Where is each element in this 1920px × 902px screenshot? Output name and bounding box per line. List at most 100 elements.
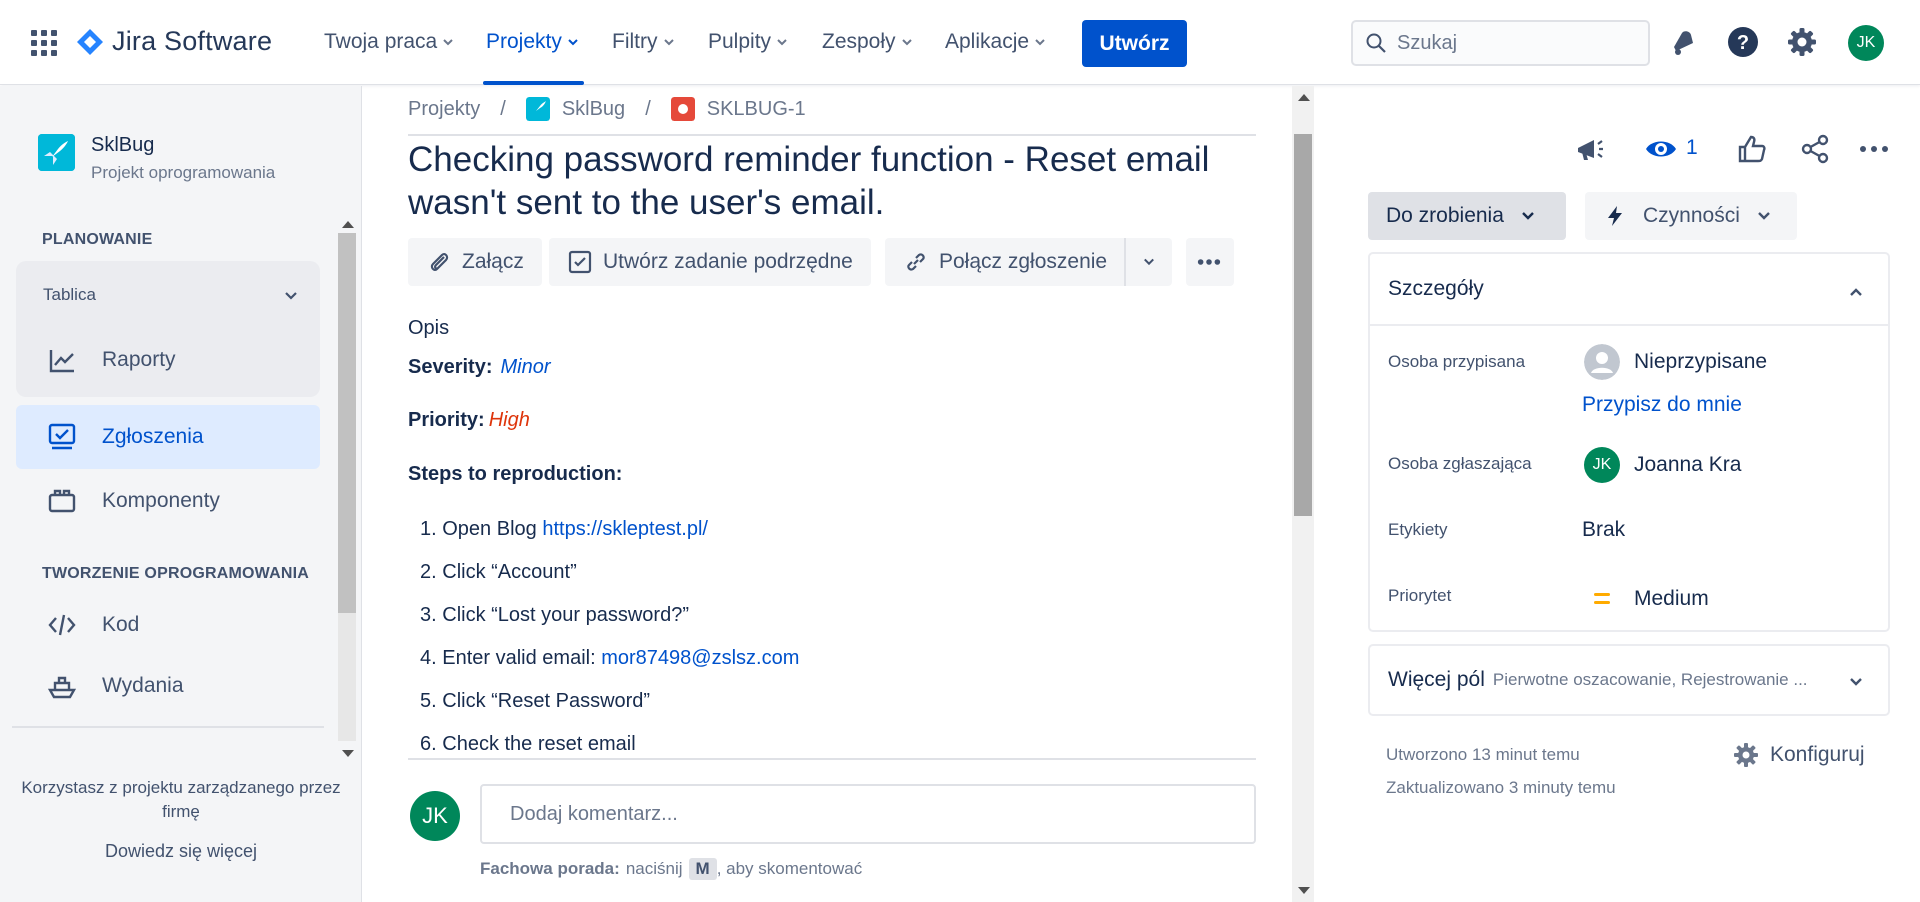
header-divider	[408, 134, 1256, 136]
sidebar-item-komponenty[interactable]: Komponenty	[16, 469, 320, 533]
comment-tip: Fachowa porada: naciśnij M, aby skomento…	[480, 858, 862, 880]
jira-logo[interactable]: Jira Software	[76, 26, 272, 57]
sidebar-item-raporty[interactable]: Raporty	[16, 328, 320, 392]
actions-dropdown[interactable]: Czynności	[1585, 192, 1797, 240]
watch-eye-icon[interactable]	[1644, 132, 1678, 166]
scroll-down-arrow[interactable]	[342, 750, 354, 757]
sidebar-footer-text: Korzystasz z projektu zarządzanego przez…	[21, 778, 341, 821]
nav-label: Projekty	[486, 30, 562, 53]
button-label: Utwórz zadanie podrzędne	[603, 250, 853, 273]
notifications-icon[interactable]	[1666, 25, 1700, 59]
project-header[interactable]: SklBug Projekt oprogramowania	[38, 134, 275, 183]
search-box[interactable]	[1351, 20, 1650, 66]
breadcrumb-separator: /	[500, 97, 506, 120]
step-item: 6. Check the reset email	[420, 733, 636, 756]
more-dots-icon[interactable]	[1857, 132, 1891, 166]
app-switcher-icon[interactable]	[30, 29, 58, 57]
top-navigation: Jira Software Twoja praca Projekty Filtr…	[0, 0, 1920, 85]
learn-more-link[interactable]: Dowiedz się więcej	[0, 841, 362, 862]
assignee-label: Osoba przypisana	[1388, 352, 1526, 371]
svg-text:?: ?	[1737, 32, 1749, 54]
step-item: 2. Click “Account”	[420, 561, 577, 584]
sidebar-item-kod[interactable]: Kod	[16, 593, 320, 657]
labels-label: Etykiety	[1388, 520, 1448, 539]
scroll-thumb[interactable]	[1294, 134, 1312, 516]
button-label: Załącz	[462, 250, 524, 273]
step-link[interactable]: https://skleptest.pl/	[542, 518, 708, 540]
feedback-megaphone-icon[interactable]	[1573, 132, 1607, 166]
more-fields-section[interactable]: Więcej pól Pierwotne oszacowanie, Rejest…	[1368, 644, 1890, 716]
chevron-down-icon	[1522, 212, 1534, 220]
priority-field-value[interactable]: Medium	[1584, 581, 1709, 617]
status-dropdown[interactable]: Do zrobienia	[1368, 192, 1566, 240]
chevron-down-icon[interactable]	[284, 289, 298, 303]
sidebar-divider	[12, 726, 324, 728]
nav-pulpity[interactable]: Pulpity	[708, 30, 789, 54]
create-subtask-button[interactable]: Utwórz zadanie podrzędne	[549, 238, 871, 286]
nav-twoja-praca[interactable]: Twoja praca	[324, 30, 455, 54]
chevron-down-icon	[1144, 258, 1154, 266]
sidebar-item-wydania[interactable]: Wydania	[16, 654, 320, 718]
search-input[interactable]	[1397, 31, 1627, 55]
assignee-name: Nieprzypisane	[1634, 350, 1768, 373]
breadcrumb-project[interactable]: SklBug	[562, 98, 625, 121]
app-name: Jira Software	[112, 26, 273, 56]
step-number: 2.	[420, 561, 437, 583]
button-label: Połącz zgłoszenie	[939, 250, 1108, 273]
user-avatar[interactable]: JK	[1848, 25, 1884, 61]
assignee-value[interactable]: Nieprzypisane	[1584, 344, 1767, 380]
nav-zespoly[interactable]: Zespoły	[822, 30, 914, 54]
more-actions-button[interactable]	[1186, 238, 1234, 286]
attach-button[interactable]: Załącz	[408, 238, 542, 286]
details-header[interactable]: Szczegóły	[1370, 254, 1888, 326]
link-issue-dropdown[interactable]	[1124, 238, 1172, 286]
breadcrumb-projects[interactable]: Projekty	[408, 98, 480, 121]
link-issue-button[interactable]: Połącz zgłoszenie	[885, 238, 1126, 286]
assign-to-me-link[interactable]: Przypisz do mnie	[1582, 393, 1742, 417]
scroll-down-arrow[interactable]	[1298, 887, 1310, 894]
chart-icon	[49, 350, 74, 373]
step-number: 4.	[420, 647, 437, 669]
labels-value[interactable]: Brak	[1582, 518, 1625, 542]
main-scrollbar[interactable]	[1292, 86, 1314, 902]
active-nav-underline	[483, 81, 584, 85]
share-icon[interactable]	[1798, 132, 1832, 166]
step-item: 1. Open Blog https://skleptest.pl/	[420, 518, 708, 541]
severity-label: Severity:	[408, 356, 493, 378]
configure-button[interactable]: Konfiguruj	[1732, 741, 1865, 769]
help-icon[interactable]: ?	[1726, 25, 1760, 59]
priority-label: Priority:	[408, 409, 485, 431]
sidebar-scrollbar[interactable]	[336, 213, 358, 765]
reporter-name: Joanna Kra	[1634, 453, 1742, 476]
nav-label: Pulpity	[708, 30, 772, 53]
comment-avatar: JK	[410, 791, 460, 841]
paperclip-icon	[430, 253, 449, 271]
step-number: 3.	[420, 604, 437, 626]
scroll-up-arrow[interactable]	[1298, 94, 1310, 101]
comment-divider	[408, 758, 1256, 760]
created-timestamp: Utworzono 13 minut temu	[1386, 745, 1580, 764]
description-label: Opis	[408, 317, 450, 339]
create-button[interactable]: Utwórz	[1082, 20, 1187, 67]
scroll-thumb[interactable]	[338, 233, 356, 613]
step-number: 1.	[420, 518, 437, 540]
medium-priority-icon	[1594, 593, 1610, 604]
chevron-down-icon	[1758, 212, 1770, 220]
step-link[interactable]: mor87498@zslsz.com	[601, 647, 799, 669]
configure-label: Konfiguruj	[1770, 743, 1865, 766]
settings-gear-icon[interactable]	[1785, 25, 1819, 59]
lightning-icon	[1608, 206, 1622, 226]
priority-label: Priorytet	[1388, 586, 1452, 605]
scroll-up-arrow[interactable]	[342, 221, 354, 228]
reporter-value[interactable]: JK Joanna Kra	[1584, 447, 1741, 483]
comment-input[interactable]	[480, 784, 1256, 844]
nav-filtry[interactable]: Filtry	[612, 30, 676, 54]
like-thumb-icon[interactable]	[1735, 132, 1769, 166]
sidebar-item-zgloszenia[interactable]: Zgłoszenia	[16, 405, 320, 469]
search-icon	[1366, 33, 1386, 53]
nav-aplikacje[interactable]: Aplikacje	[945, 30, 1047, 54]
nav-projekty[interactable]: Projekty	[486, 30, 580, 54]
issue-title[interactable]: Checking password reminder function - Re…	[408, 138, 1248, 224]
breadcrumb-issue-key[interactable]: SKLBUG-1	[707, 98, 806, 121]
board-label[interactable]: Tablica	[43, 285, 96, 305]
